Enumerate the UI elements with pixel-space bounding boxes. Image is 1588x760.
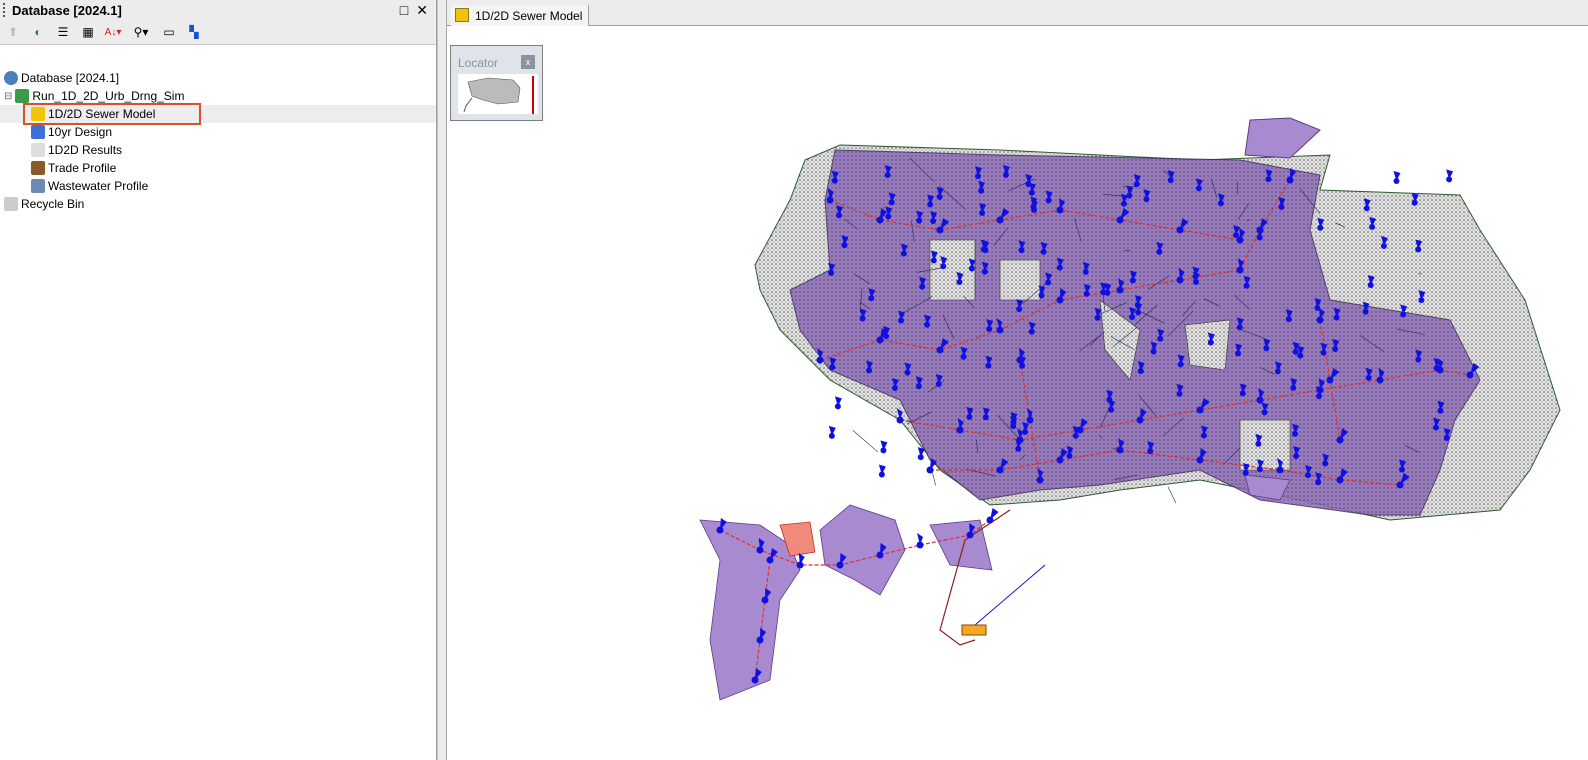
- subcatchment: [1244, 117, 1321, 159]
- pipe-link: [974, 564, 1046, 626]
- subcatchment-boundary: [1167, 486, 1177, 504]
- restore-button[interactable]: □: [400, 2, 408, 19]
- database-tree: Database [2024.1] ⊟ Run_1D_2D_Urb_Drng_Si…: [0, 68, 436, 213]
- map-window: 1D/2D Sewer Model Locator x: [447, 0, 1588, 760]
- up-arrow-icon[interactable]: ⬆: [5, 24, 21, 40]
- outfall-node: [961, 624, 987, 636]
- highlight-box: [23, 103, 201, 125]
- trade-profile-icon: [31, 161, 45, 175]
- tab-bar: 1D/2D Sewer Model: [447, 0, 1588, 26]
- network-icon[interactable]: ▚: [186, 24, 202, 40]
- rainfall-icon: [31, 125, 45, 139]
- toolbar: ⬆ ◐ ☰ ▦ A↓▾ ⚲▾ ▭ ▚: [0, 20, 436, 45]
- wastewater-icon: [31, 179, 45, 193]
- subcatchment-boundary: [852, 430, 879, 453]
- properties-icon[interactable]: ▦: [80, 24, 96, 40]
- subcatchment: [699, 519, 801, 701]
- collapse-icon[interactable]: ⊟: [4, 91, 12, 102]
- grip-handle[interactable]: [3, 3, 5, 17]
- tree-item-10yr-design[interactable]: 10yr Design: [0, 123, 436, 141]
- find-binoculars-icon[interactable]: ⚲▾: [130, 24, 152, 40]
- new-window-icon[interactable]: ▭: [161, 24, 177, 40]
- results-icon: [31, 143, 45, 157]
- tree-item-recycle-bin[interactable]: Recycle Bin: [0, 195, 436, 213]
- locator-window[interactable]: Locator x: [450, 45, 543, 121]
- sewer-model-icon: [455, 8, 469, 22]
- tree-item-wastewater-profile[interactable]: Wastewater Profile: [0, 177, 436, 195]
- mesh-void: [1184, 319, 1231, 371]
- subcatchment: [819, 504, 906, 596]
- tab-sewer-model[interactable]: 1D/2D Sewer Model: [451, 5, 590, 26]
- network-map[interactable]: [447, 27, 1568, 760]
- list-view-icon[interactable]: ☰: [55, 24, 71, 40]
- tree-item-results[interactable]: 1D2D Results: [0, 141, 436, 159]
- database-panel: Database [2024.1] □ ✕ ⬆ ◐ ☰ ▦ A↓▾ ⚲▾ ▭ ▚ …: [0, 0, 437, 760]
- locator-minimap: [458, 74, 538, 114]
- panel-header: Database [2024.1] □ ✕: [0, 0, 436, 20]
- run-icon: [15, 89, 30, 103]
- recycle-bin-icon: [4, 197, 18, 211]
- sort-az-icon[interactable]: A↓▾: [105, 24, 122, 40]
- mesh-void: [929, 239, 976, 301]
- tree-item-database[interactable]: Database [2024.1]: [0, 69, 436, 87]
- close-button[interactable]: ✕: [416, 2, 428, 19]
- splitter[interactable]: [437, 0, 447, 760]
- subcatchment-boundary: [932, 471, 936, 486]
- refresh-icon[interactable]: ◐: [30, 24, 46, 40]
- panel-title: Database [2024.1]: [12, 2, 122, 18]
- tree-item-trade-profile[interactable]: Trade Profile: [0, 159, 436, 177]
- locator-title: Locator: [458, 56, 499, 70]
- database-icon: [4, 71, 18, 85]
- locator-close-button[interactable]: x: [521, 55, 535, 69]
